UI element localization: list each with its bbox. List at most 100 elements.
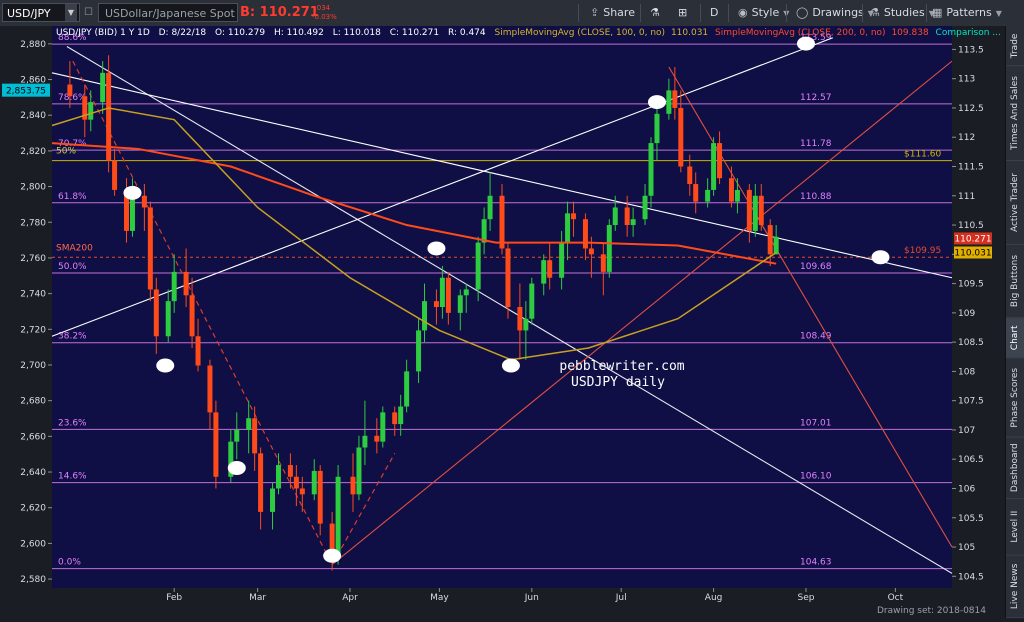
share-label: Share [603, 6, 635, 19]
sma100-value: 110.031 [671, 28, 708, 38]
last-price: B: 110.271 [240, 5, 319, 20]
price-chart[interactable]: 88.6% 113.5978.6% 112.5770.7% 111.7861.8% 11… [0, 26, 1005, 618]
candle-body [678, 107, 684, 167]
chevron-down-icon[interactable]: ▼ [65, 4, 77, 21]
drawing-marker [796, 36, 815, 51]
price-badge-label: 110.031 [954, 248, 991, 258]
candle-body [380, 412, 386, 442]
candle-body [88, 102, 94, 120]
right-axis-label: 112.5 [958, 104, 984, 114]
drawing-marker [427, 241, 446, 256]
sma200-tag: SMA200 [56, 243, 93, 253]
change-pct: -0.03% [312, 13, 337, 21]
left-axis-label: 2,620 [20, 504, 46, 514]
tab-times-and-sales[interactable]: Times And Sales [1006, 66, 1024, 162]
divider [786, 4, 787, 22]
right-axis-label: 111.5 [958, 163, 984, 173]
candle-body [293, 476, 299, 489]
right-axis-label: 104.5 [958, 572, 984, 582]
tab-dashboard[interactable]: Dashboard [1006, 437, 1024, 500]
candle-body [693, 184, 699, 202]
candle-body [317, 470, 323, 524]
drawing-set-label[interactable]: Drawing set: 2018-0814 [877, 606, 986, 616]
x-axis-label: Aug [705, 593, 723, 603]
candle-body [672, 90, 678, 108]
price-level-label: $111.60 [904, 150, 941, 160]
candle-body [547, 260, 553, 278]
candle-body [529, 283, 535, 319]
chart-area[interactable]: 88.6% 113.59 78.6% 112.57 70.7% 111.78 61.8% 11… [0, 26, 1005, 618]
tab-level-ii[interactable]: Level II [1006, 499, 1024, 556]
patterns-label: Patterns [946, 6, 992, 19]
drawing-marker [647, 95, 666, 110]
studies-label: Studies [883, 6, 925, 19]
share-icon: ⇪ [590, 6, 600, 19]
left-axis-label: 2,720 [20, 325, 46, 335]
tab-chart[interactable]: Chart [1006, 318, 1024, 359]
tab-big-buttons[interactable]: Big Buttons [1006, 245, 1024, 319]
bar-high: H: 110.492 [274, 28, 324, 38]
right-axis-label: 109 [958, 309, 975, 319]
candle-body [439, 277, 445, 307]
style-button[interactable]: ◉Style▼ [738, 0, 789, 26]
tab-phase-scores[interactable]: Phase Scores [1006, 358, 1024, 438]
patterns-button[interactable]: ▦ Patterns ▼ [932, 0, 1002, 26]
fib-price-label: 107.01 [800, 418, 832, 428]
comparison-label: Comparison ... [936, 28, 1001, 38]
tab-live-news[interactable]: Live News [1006, 555, 1024, 618]
right-axis-label: 108.5 [958, 338, 984, 348]
candle-body [711, 143, 717, 190]
candle-body [189, 295, 195, 337]
tab-active-trader[interactable]: Active Trader [1006, 161, 1024, 246]
symbol-selector[interactable]: USD/JPY ▼ [2, 3, 80, 22]
candle-body [147, 207, 153, 290]
left-axis-label: 2,800 [20, 183, 46, 193]
fib-price-label: 108.49 [800, 332, 832, 342]
candle-body [705, 189, 711, 202]
left-axis-label: 2,680 [20, 397, 46, 407]
candle-body [195, 336, 201, 366]
candle-body [505, 248, 511, 307]
link-icon[interactable]: ☐ [84, 7, 93, 18]
settings-icon[interactable]: ⊞ [678, 0, 687, 26]
right-axis-label: 109.5 [958, 280, 984, 290]
share-button[interactable]: ⇪ Share [590, 0, 635, 26]
tab-trade[interactable]: Trade [1006, 26, 1024, 67]
price-badge-label: 110.271 [954, 234, 991, 244]
candle-body [252, 418, 258, 454]
candle-body [350, 476, 356, 495]
flask-icon[interactable]: ⚗ [650, 0, 660, 26]
candle-body [171, 271, 177, 302]
candle-body [728, 178, 734, 202]
candle-body [362, 435, 368, 448]
studies-icon: ⚗ [870, 6, 880, 19]
left-axis-marker-label: 2,853.75 [6, 87, 46, 97]
candle-body [687, 166, 693, 185]
candle-body [734, 189, 740, 202]
candle-body [374, 435, 380, 442]
x-axis-label: May [430, 593, 449, 603]
divider [862, 4, 863, 22]
candle-body [717, 143, 723, 179]
candle-body [571, 213, 577, 220]
period-button[interactable]: D [710, 0, 718, 26]
candle-body [475, 242, 481, 290]
right-axis-label: 108 [958, 367, 975, 377]
candle-body [433, 301, 439, 307]
candle-body [183, 271, 189, 296]
right-axis-label: 113 [958, 75, 975, 85]
watermark-line-1: pebblewriter.com [559, 359, 684, 374]
left-axis-label: 2,600 [20, 539, 46, 549]
fib-pct-label: 0.0% [58, 558, 81, 568]
left-axis-label: 2,840 [20, 111, 46, 121]
period-label: D [710, 6, 719, 19]
candle-body [588, 248, 594, 255]
fib-price-label: 110.88 [800, 192, 832, 202]
candle-body [270, 488, 276, 512]
watermark-line-2: USDJPY daily [571, 375, 665, 390]
x-axis-label: Sep [797, 593, 814, 603]
drawing-marker [871, 250, 890, 265]
x-axis-label: Apr [342, 593, 358, 603]
style-label: Style [751, 6, 780, 19]
price-level-label: $109.95 [904, 246, 941, 256]
